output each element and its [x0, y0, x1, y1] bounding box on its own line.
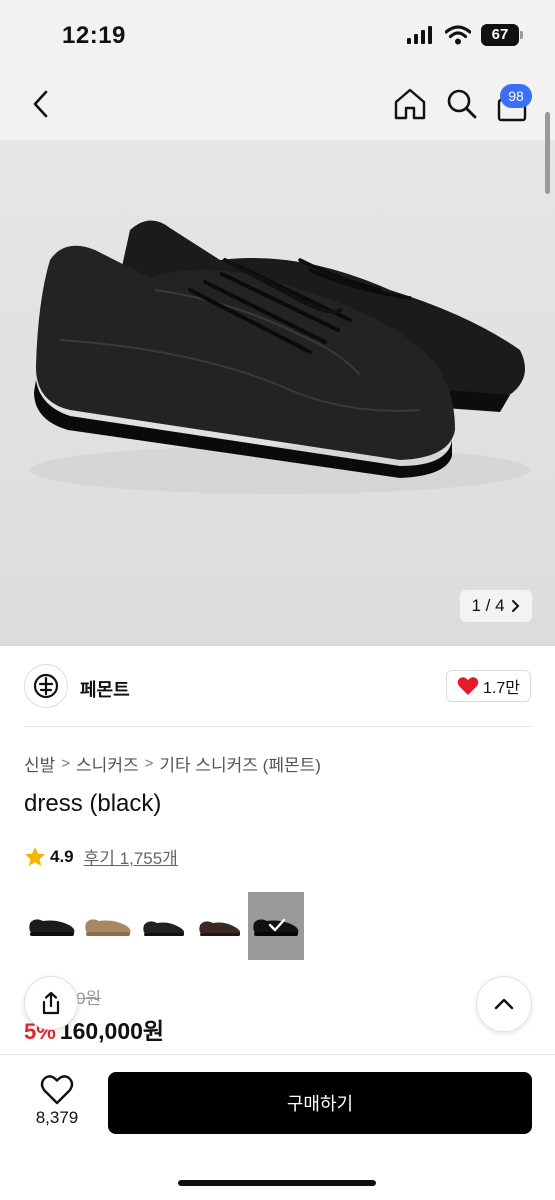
checkmark-icon [268, 918, 286, 932]
breadcrumb-item-sneakers[interactable]: 스니커즈 [76, 751, 139, 776]
cart-count-badge: 98 [500, 84, 532, 108]
search-icon[interactable] [444, 86, 480, 122]
status-time: 12:19 [62, 22, 126, 49]
color-options [24, 892, 304, 960]
chevron-right-icon [511, 600, 519, 612]
product-title: dress (black) [24, 790, 162, 817]
status-bar: 12:19 67 [0, 0, 555, 70]
heart-outline-icon[interactable] [40, 1074, 74, 1106]
shoe-thumbnail [29, 919, 75, 936]
wifi-icon [445, 25, 471, 45]
brand-like-button[interactable]: 1.7만 [446, 670, 531, 702]
sale-price: 160,000원 [59, 1018, 165, 1044]
star-icon [25, 846, 45, 866]
chevron-right-icon: > [144, 755, 154, 772]
color-option[interactable] [80, 892, 136, 960]
wish-count: 8,379 [35, 1108, 79, 1127]
top-navbar [0, 70, 555, 140]
color-option[interactable] [192, 892, 248, 960]
back-arrow-icon[interactable] [24, 86, 60, 122]
product-image[interactable] [0, 140, 555, 646]
brand-like-count: 1.7만 [483, 680, 520, 697]
status-icons: 67 [407, 24, 523, 46]
color-option-selected[interactable] [248, 892, 304, 960]
shoe-thumbnail [143, 921, 185, 936]
shoe-thumbnail [199, 921, 241, 936]
chevron-right-icon: > [61, 755, 71, 772]
page-scrollbar[interactable] [545, 112, 550, 194]
divider [24, 726, 531, 727]
rating-value: 4.9 [50, 846, 74, 866]
image-counter[interactable]: 1 / 4 [460, 590, 532, 622]
sneaker-photo [30, 220, 530, 494]
breadcrumb: 신발 > 스니커즈 > 기타 스니커즈 (페몬트) [24, 751, 321, 776]
shoe-thumbnail [85, 919, 131, 936]
color-option[interactable] [24, 892, 80, 960]
home-indicator [178, 1180, 376, 1186]
buy-button[interactable]: 구매하기 [108, 1072, 532, 1134]
scroll-to-top-button[interactable] [476, 976, 532, 1032]
chevron-up-icon [494, 998, 514, 1010]
brand-name[interactable]: 페몬트 [80, 676, 130, 702]
breadcrumb-item-shoes[interactable]: 신발 [24, 751, 55, 776]
reviews-link[interactable]: 후기 1,755개 [84, 844, 178, 869]
cellular-signal-icon [407, 26, 432, 44]
share-icon [42, 991, 60, 1015]
share-button[interactable] [24, 976, 78, 1030]
breadcrumb-item-other-sneakers[interactable]: 기타 스니커즈 (페몬트) [159, 751, 321, 776]
brand-row: 페몬트 1.7만 [24, 664, 531, 710]
image-counter-text: 1 / 4 [471, 596, 505, 615]
battery-indicator: 67 [481, 24, 523, 46]
brand-logo[interactable] [24, 664, 68, 708]
rating-row: 4.9 후기 1,755개 [24, 844, 178, 869]
heart-filled-icon [457, 677, 479, 695]
color-option[interactable] [136, 892, 192, 960]
home-icon[interactable] [392, 86, 428, 122]
brand-logo-icon [33, 673, 59, 699]
